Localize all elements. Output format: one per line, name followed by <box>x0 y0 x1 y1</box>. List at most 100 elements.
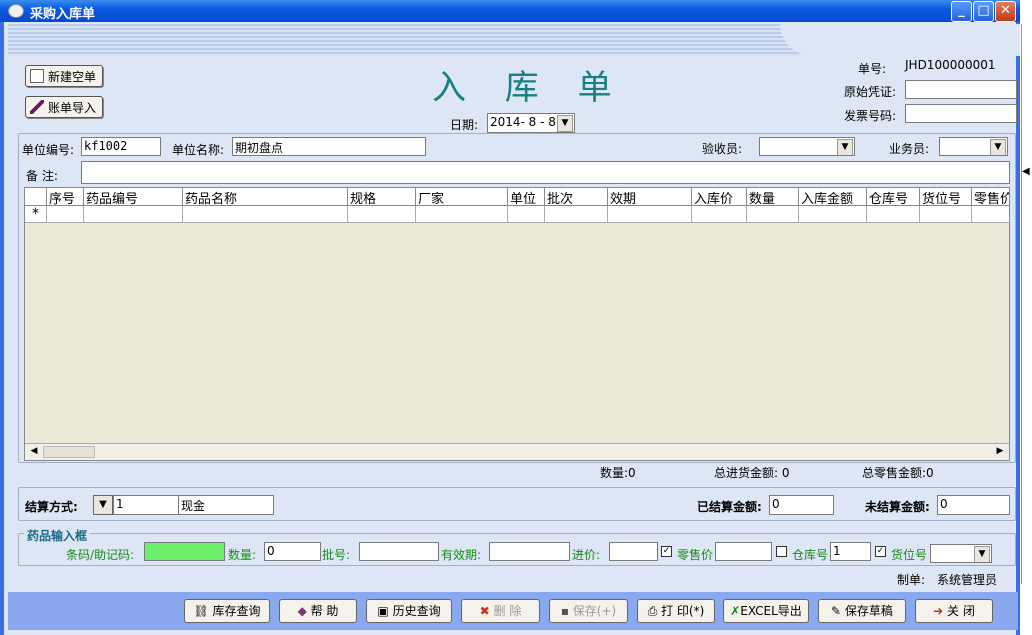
col-header[interactable]: 批次 <box>545 188 608 206</box>
grid-cell[interactable] <box>84 206 183 223</box>
import-bill-button[interactable]: 账单导入 <box>25 96 103 118</box>
excel-export-button[interactable]: ✗EXCEL导出 <box>723 599 809 623</box>
maximize-button[interactable]: □ <box>973 1 994 22</box>
grid-cell[interactable] <box>416 206 508 223</box>
help-book-icon: ◆ <box>297 604 311 618</box>
grid-cell[interactable] <box>608 206 692 223</box>
col-header[interactable]: 厂家 <box>416 188 508 206</box>
grid-cell[interactable] <box>867 206 920 223</box>
header-band-curve <box>780 24 1020 56</box>
settlement-code-input[interactable]: 1 <box>113 495 179 515</box>
col-header[interactable]: 零售价 <box>972 188 1009 206</box>
unit-code-input[interactable]: kf1002 <box>81 137 161 156</box>
help-button[interactable]: ◆ 帮 助 <box>279 599 357 623</box>
grid-cell[interactable] <box>972 206 1009 223</box>
grid-cell[interactable] <box>508 206 545 223</box>
binoculars-icon: ⛓ <box>193 604 213 618</box>
col-header[interactable]: 序号 <box>47 188 84 206</box>
maker-label: 制单: <box>897 573 926 587</box>
grid-cell[interactable] <box>348 206 416 223</box>
grid-cell[interactable] <box>545 206 608 223</box>
grid-cell[interactable] <box>183 206 348 223</box>
save-button[interactable]: ▪ 保存(+) <box>549 599 628 623</box>
inspector-select[interactable]: ▼ <box>759 137 855 156</box>
print-label: 打 印(*) <box>661 604 705 618</box>
retail-input[interactable] <box>715 542 772 561</box>
expiry-input[interactable] <box>489 542 570 561</box>
edge-arrow-icon: ◀ <box>1022 166 1030 177</box>
settlement-method-label: 结算方式: <box>25 500 78 514</box>
grid-cell[interactable] <box>920 206 972 223</box>
settlement-dropdown-icon[interactable]: ▼ <box>93 495 113 515</box>
settled-amount-input[interactable]: 0 <box>769 495 834 515</box>
col-header[interactable]: 入库金额 <box>799 188 867 206</box>
save-label: 保存(+) <box>572 604 617 618</box>
col-header[interactable]: 仓库号 <box>867 188 920 206</box>
settlement-name-input[interactable]: 现金 <box>178 495 274 515</box>
barcode-input[interactable] <box>144 542 225 561</box>
title-bar: 采购入库单 <box>0 0 1020 22</box>
grid-header: 序号 药品编号 药品名称 规格 厂家 单位 批次 效期 入库价 数量 入库金额 … <box>25 188 1009 206</box>
col-header[interactable]: 药品编号 <box>84 188 183 206</box>
delete-x-icon: ✖ <box>479 604 494 618</box>
save-draft-button[interactable]: ✎ 保存草稿 <box>818 599 906 623</box>
dropdown-arrow-icon[interactable]: ▼ <box>974 546 990 562</box>
delete-label: 删 除 <box>493 604 522 618</box>
date-picker[interactable]: 2014- 8 - 8 ▼ <box>487 113 575 133</box>
unsettled-amount-input[interactable]: 0 <box>937 495 1010 515</box>
dropdown-arrow-icon[interactable]: ▼ <box>837 139 853 155</box>
location-label: 货位号 <box>891 548 928 562</box>
grid-new-row[interactable]: * <box>25 206 1009 223</box>
salesman-select[interactable]: ▼ <box>939 137 1008 156</box>
close-window-button[interactable]: ✕ <box>995 1 1016 22</box>
history-query-button[interactable]: ▣ 历史查询 <box>366 599 452 623</box>
batch-label: 批号: <box>322 548 351 562</box>
grid-cell[interactable] <box>799 206 867 223</box>
col-header[interactable]: 货位号 <box>920 188 972 206</box>
new-empty-order-button[interactable]: 新建空单 <box>25 65 103 87</box>
invoice-input[interactable] <box>905 104 1017 123</box>
grid-cell[interactable] <box>747 206 799 223</box>
scroll-right-icon[interactable]: ▶ <box>993 446 1007 458</box>
location-checkbox[interactable]: ✓ <box>875 546 886 557</box>
remark-input[interactable] <box>81 161 1010 184</box>
col-header[interactable]: 数量 <box>747 188 799 206</box>
location-select[interactable]: ▼ <box>930 544 992 563</box>
delete-button[interactable]: ✖ 删 除 <box>461 599 540 623</box>
barcode-label: 条码/助记码: <box>66 548 135 562</box>
salesman-label: 业务员: <box>889 142 930 156</box>
items-grid[interactable]: 序号 药品编号 药品名称 规格 厂家 单位 批次 效期 入库价 数量 入库金额 … <box>24 187 1010 461</box>
price-input[interactable] <box>609 542 658 561</box>
grid-corner <box>25 188 47 206</box>
warehouse-checkbox[interactable] <box>776 546 787 557</box>
edge-line <box>1021 24 1022 584</box>
dropdown-arrow-icon[interactable]: ▼ <box>990 139 1006 155</box>
dropdown-arrow-icon[interactable]: ▼ <box>557 115 573 132</box>
qty-input[interactable]: 0 <box>264 542 321 561</box>
voucher-input[interactable] <box>905 80 1017 99</box>
scroll-left-icon[interactable]: ◀ <box>27 446 41 458</box>
settled-amount-label: 已结算金额: <box>697 500 762 514</box>
horizontal-scrollbar[interactable]: ◀ ▶ <box>25 443 1009 460</box>
warehouse-input[interactable]: 1 <box>830 542 871 561</box>
stock-query-button[interactable]: ⛓ 库存查询 <box>184 599 270 623</box>
batch-input[interactable] <box>359 542 439 561</box>
page-title: 入 库 单 <box>432 68 626 108</box>
minimize-button[interactable]: _ <box>951 1 972 22</box>
qty-label: 数量: <box>228 548 257 562</box>
unit-name-input[interactable]: 期初盘点 <box>232 137 426 156</box>
unsettled-amount-label: 未结算金额: <box>865 500 930 514</box>
col-header[interactable]: 单位 <box>508 188 545 206</box>
col-header[interactable]: 效期 <box>608 188 692 206</box>
col-header[interactable]: 规格 <box>348 188 416 206</box>
grid-cell[interactable] <box>692 206 747 223</box>
summary-total-purchase: 总进货金额: 0 <box>714 466 790 480</box>
col-header[interactable]: 药品名称 <box>183 188 348 206</box>
close-button[interactable]: ➜ 关 闭 <box>915 599 993 623</box>
grid-cell[interactable] <box>47 206 84 223</box>
new-button-label: 新建空单 <box>48 70 97 84</box>
scroll-thumb[interactable] <box>43 446 95 458</box>
print-button[interactable]: ⎙ 打 印(*) <box>637 599 715 623</box>
col-header[interactable]: 入库价 <box>692 188 747 206</box>
retail-checkbox[interactable]: ✓ <box>661 546 672 557</box>
